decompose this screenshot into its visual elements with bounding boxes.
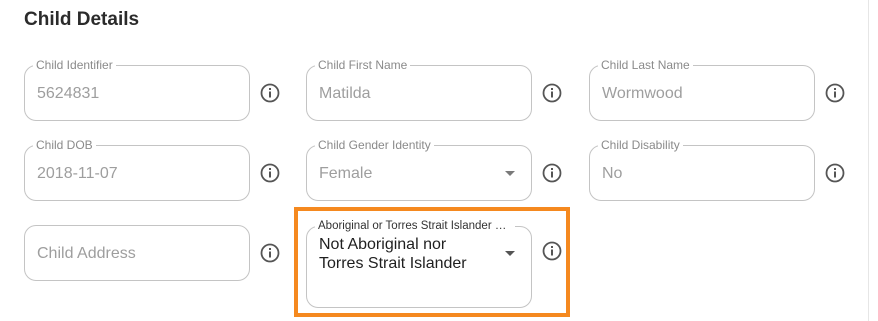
info-icon[interactable] — [542, 163, 562, 183]
panel-divider — [868, 0, 869, 321]
child-identifier-value: 5624831 — [37, 85, 100, 102]
info-icon[interactable] — [260, 163, 280, 183]
atsi-status-value-line1: Not Aboriginal nor — [319, 236, 447, 253]
child-disability-field[interactable]: Child Disability No — [589, 138, 815, 201]
child-gender-identity-value: Female — [319, 165, 373, 182]
child-identifier-field[interactable]: Child Identifier 5624831 — [24, 58, 250, 121]
child-dob-value: 2018-11-07 — [37, 165, 118, 182]
child-dob-field[interactable]: Child DOB 2018-11-07 — [24, 138, 250, 201]
child-last-name-field[interactable]: Child Last Name Wormwood — [589, 58, 815, 121]
child-first-name-label: Child First Name — [315, 58, 411, 72]
triangle-down-icon[interactable] — [505, 171, 515, 176]
atsi-status-value: Not Aboriginal nor Torres Strait Islande… — [319, 235, 499, 273]
triangle-down-icon[interactable] — [505, 251, 515, 256]
info-icon[interactable] — [260, 243, 280, 263]
info-icon[interactable] — [542, 83, 562, 103]
child-dob-label: Child DOB — [33, 138, 96, 152]
child-details-page: Child Details Child Identifier 5624831 C… — [0, 0, 878, 321]
section-title: Child Details — [24, 9, 140, 30]
child-first-name-field[interactable]: Child First Name Matilda — [306, 58, 532, 121]
atsi-status-value-line2: Torres Strait Islander — [319, 255, 467, 272]
child-first-name-value: Matilda — [319, 85, 371, 102]
child-gender-identity-label: Child Gender Identity — [315, 138, 434, 152]
atsi-status-label: Aboriginal or Torres Strait Islander S..… — [315, 219, 515, 233]
info-icon[interactable] — [542, 241, 562, 261]
info-icon[interactable] — [825, 163, 845, 183]
child-gender-identity-select[interactable]: Child Gender Identity Female — [306, 138, 532, 201]
child-address-placeholder: Child Address — [37, 245, 136, 262]
child-address-field[interactable]: Child Address — [24, 225, 250, 281]
child-last-name-value: Wormwood — [602, 85, 683, 102]
atsi-status-select[interactable]: Aboriginal or Torres Strait Islander S..… — [306, 219, 532, 308]
child-disability-label: Child Disability — [598, 138, 683, 152]
child-identifier-label: Child Identifier — [33, 58, 116, 72]
info-icon[interactable] — [825, 83, 845, 103]
child-last-name-label: Child Last Name — [598, 58, 693, 72]
info-icon[interactable] — [260, 83, 280, 103]
child-disability-value: No — [602, 165, 623, 182]
